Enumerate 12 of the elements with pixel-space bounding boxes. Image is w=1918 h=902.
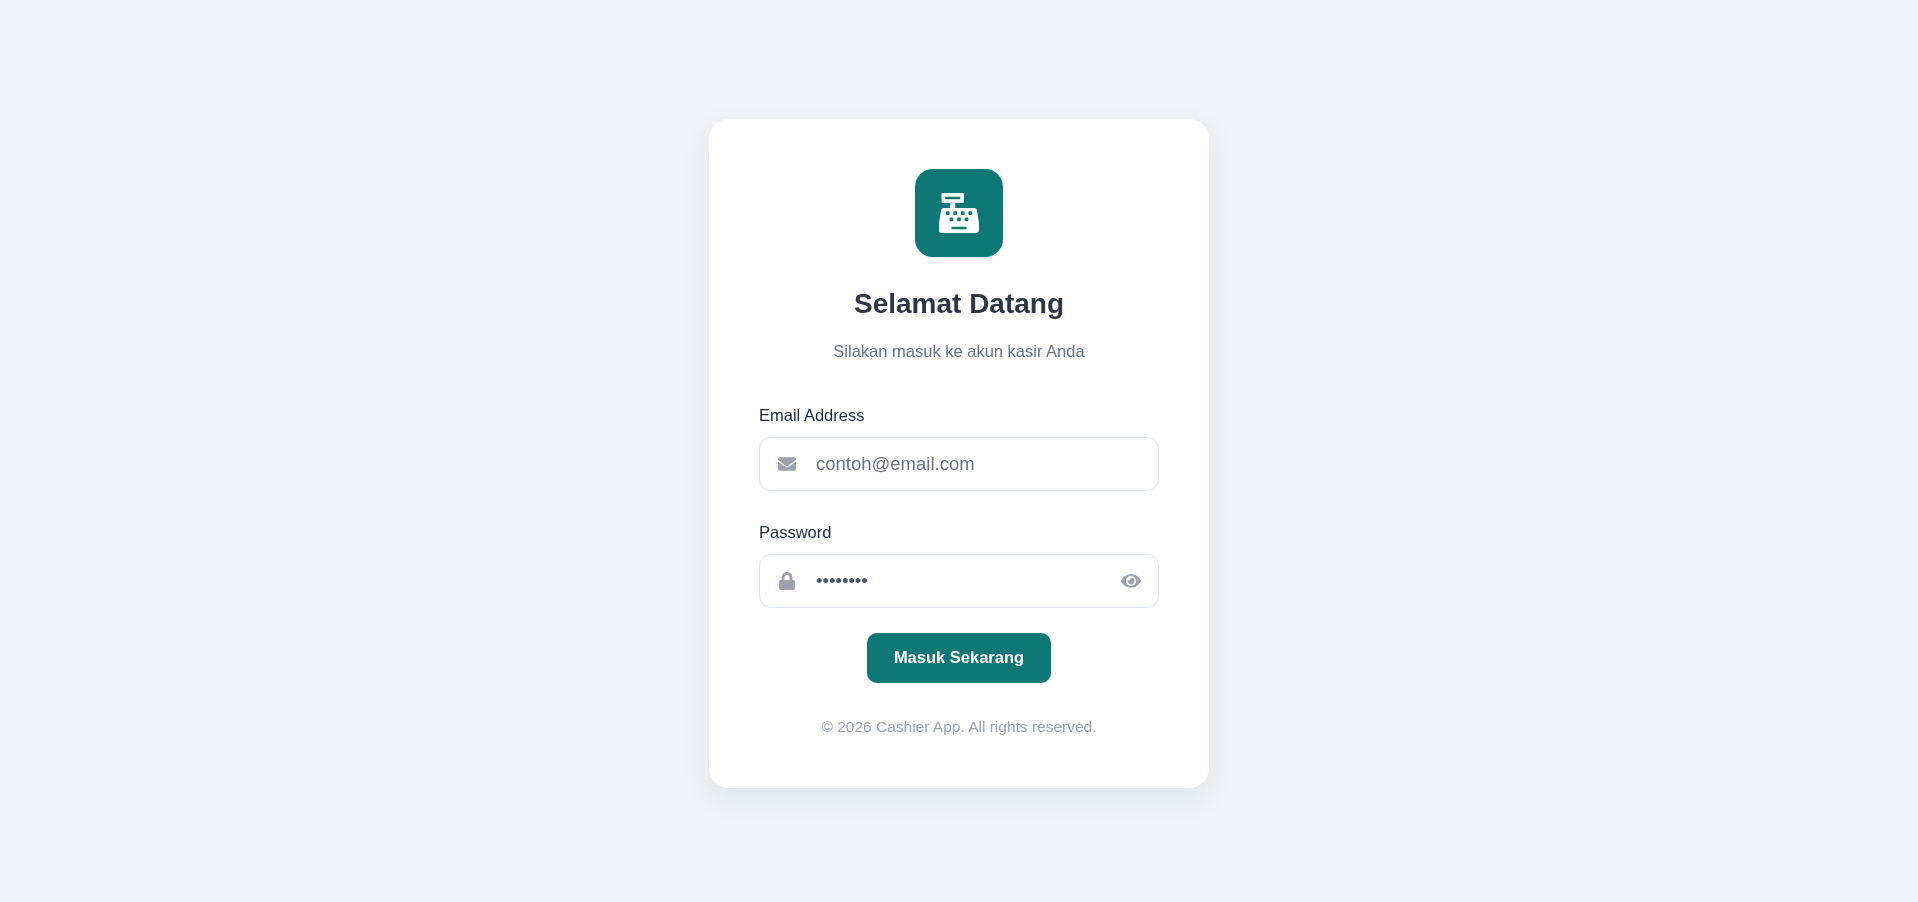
eye-icon[interactable] bbox=[1121, 571, 1141, 590]
cash-register-icon bbox=[915, 168, 1003, 257]
login-button[interactable]: Masuk Sekarang bbox=[866, 632, 1052, 683]
password-field[interactable]: •••••••• bbox=[759, 553, 1159, 608]
email-field[interactable]: contoh@email.com bbox=[759, 436, 1159, 491]
copyright-text: © 2026 Cashier App. All rights reserved. bbox=[821, 716, 1097, 737]
welcome-title: Selamat Datang bbox=[853, 286, 1065, 321]
envelope-icon bbox=[777, 454, 797, 473]
field-label: Password bbox=[759, 521, 833, 543]
subtitle: Silakan masuk ke akun kasir Anda bbox=[833, 340, 1085, 362]
lock-icon bbox=[777, 571, 797, 590]
field-label: Email Address bbox=[759, 404, 866, 426]
